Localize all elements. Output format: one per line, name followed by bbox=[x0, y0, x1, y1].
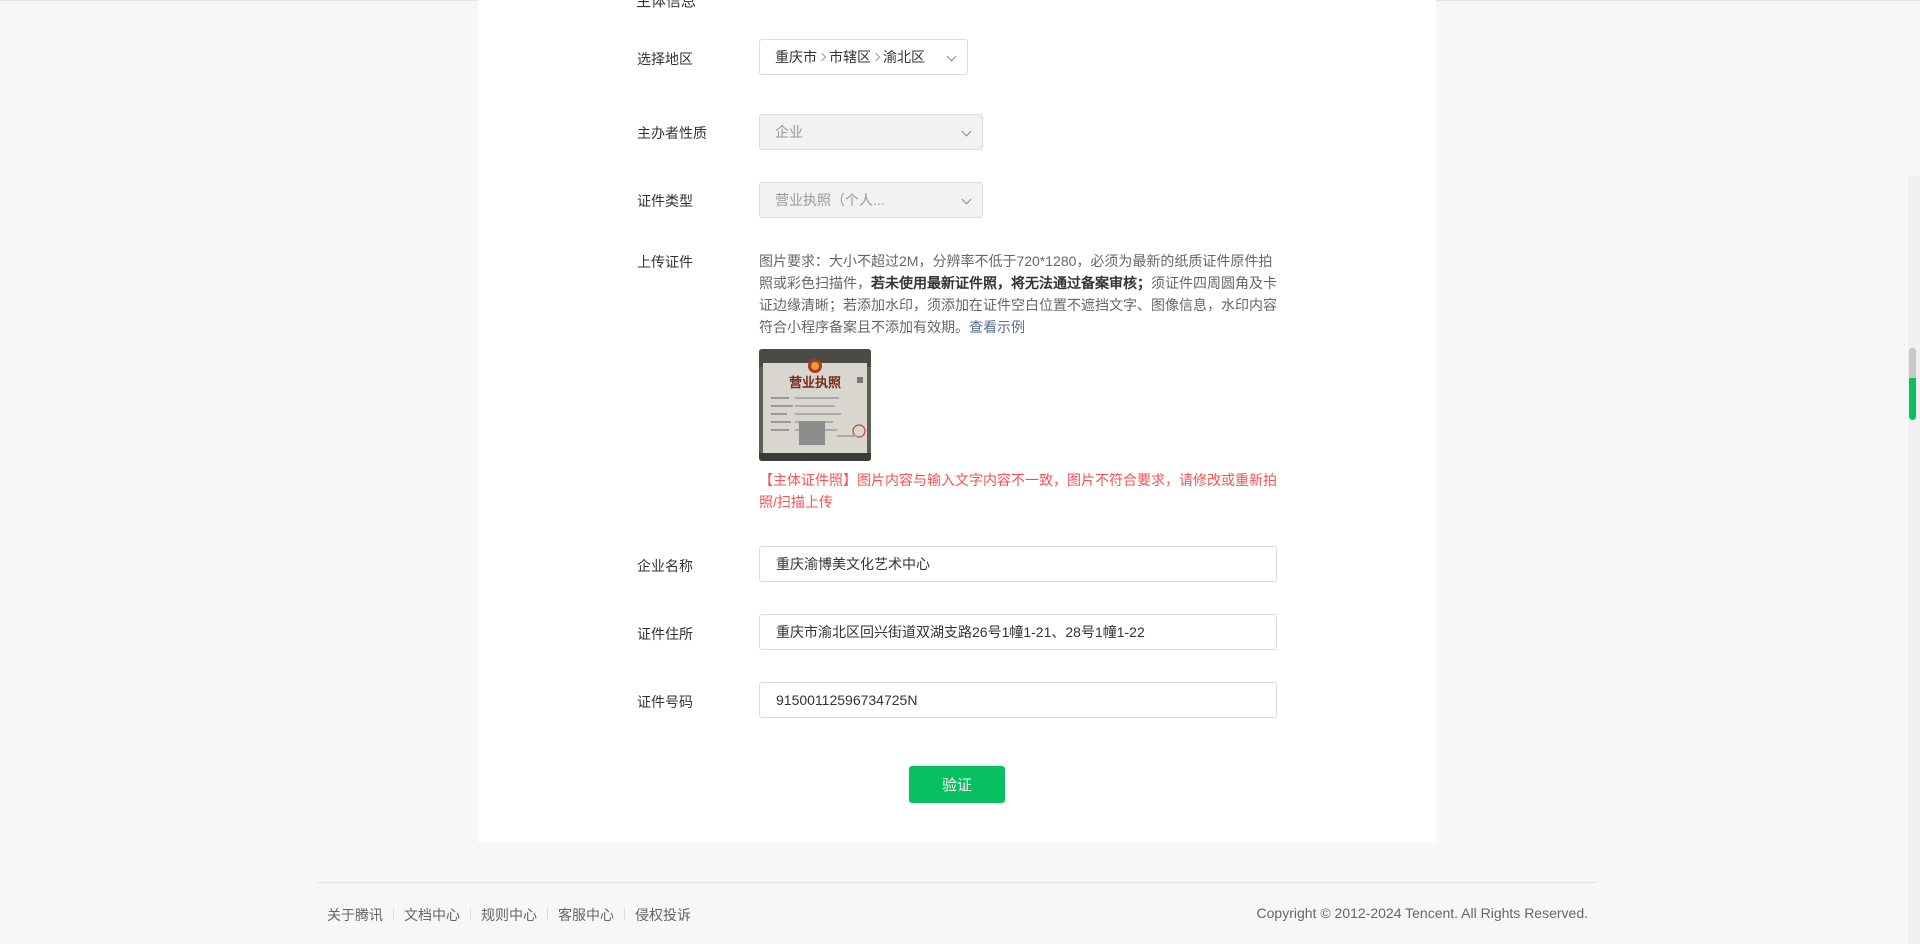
organizer-type-value: 企业 bbox=[775, 124, 803, 140]
company-name-value: 重庆渝博美文化艺术中心 bbox=[776, 556, 930, 572]
footer-link-complaint[interactable]: 侵权投诉 bbox=[635, 905, 691, 925]
cert-number-value: 91500112596734725N bbox=[776, 692, 918, 708]
scrollbar-track[interactable] bbox=[1908, 176, 1920, 944]
breadcrumb-separator-icon bbox=[871, 52, 881, 61]
footer-separator bbox=[470, 908, 471, 920]
chevron-down-icon bbox=[961, 194, 972, 205]
uploaded-certificate-thumbnail[interactable]: 营业执照 bbox=[759, 349, 871, 461]
footer-separator bbox=[393, 908, 394, 920]
footer-link-about[interactable]: 关于腾讯 bbox=[327, 905, 383, 925]
footer-links: 关于腾讯 文档中心 规则中心 客服中心 侵权投诉 bbox=[327, 905, 691, 925]
upload-requirements: 图片要求：大小不超过2M，分辨率不低于720*1280，必须为最新的纸质证件原件… bbox=[759, 250, 1283, 338]
company-name-label: 企业名称 bbox=[637, 558, 693, 574]
scrollbar-grip bbox=[1909, 348, 1916, 378]
chevron-down-icon bbox=[961, 126, 972, 137]
certificate-type-value: 营业执照（个人... bbox=[775, 192, 885, 208]
footer-link-support[interactable]: 客服中心 bbox=[558, 905, 614, 925]
certificate-type-label: 证件类型 bbox=[637, 193, 693, 209]
chevron-down-icon bbox=[946, 51, 957, 62]
region-level-3: 渝北区 bbox=[883, 49, 925, 65]
organizer-type-label: 主办者性质 bbox=[637, 125, 707, 141]
verify-button[interactable]: 验证 bbox=[909, 766, 1005, 803]
view-example-link[interactable]: 查看示例 bbox=[969, 319, 1025, 335]
cert-address-input[interactable]: 重庆市渝北区回兴街道双湖支路26号1幢1-21、28号1幢1-22 bbox=[759, 614, 1277, 650]
page: 主体信息 选择地区 重庆市 市辖区 渝北区 主办者性质 企业 证件类型 营业执照… bbox=[0, 0, 1920, 944]
region-level-2: 市辖区 bbox=[829, 49, 871, 65]
footer-divider bbox=[317, 882, 1597, 883]
footer-link-docs[interactable]: 文档中心 bbox=[404, 905, 460, 925]
region-level-1: 重庆市 bbox=[775, 49, 817, 65]
organizer-type-select[interactable]: 企业 bbox=[759, 114, 983, 150]
certificate-type-select[interactable]: 营业执照（个人... bbox=[759, 182, 983, 218]
breadcrumb-separator-icon bbox=[817, 52, 827, 61]
footer-separator bbox=[624, 908, 625, 920]
upload-label: 上传证件 bbox=[637, 254, 693, 270]
company-name-input[interactable]: 重庆渝博美文化艺术中心 bbox=[759, 546, 1277, 582]
requirements-warning: 若未使用最新证件照，将无法通过备案审核； bbox=[871, 275, 1151, 291]
cert-number-input[interactable]: 91500112596734725N bbox=[759, 682, 1277, 718]
cert-address-value: 重庆市渝北区回兴街道双湖支路26号1幢1-21、28号1幢1-22 bbox=[776, 624, 1145, 640]
scrollbar-thumb[interactable] bbox=[1909, 348, 1916, 420]
certificate-image: 营业执照 bbox=[759, 349, 871, 461]
section-title: 主体信息 bbox=[636, 0, 697, 10]
cert-number-label: 证件号码 bbox=[637, 694, 693, 710]
footer-separator bbox=[547, 908, 548, 920]
upload-error-message: 【主体证件照】图片内容与输入文字内容不一致，图片不符合要求，请修改或重新拍照/扫… bbox=[759, 472, 1277, 510]
region-select[interactable]: 重庆市 市辖区 渝北区 bbox=[759, 39, 968, 75]
cert-address-label: 证件住所 bbox=[637, 626, 693, 642]
footer-link-rules[interactable]: 规则中心 bbox=[481, 905, 537, 925]
thumbnail-text: 营业执照 bbox=[789, 375, 841, 391]
copyright-text: Copyright © 2012-2024 Tencent. All Right… bbox=[1256, 905, 1588, 921]
region-label: 选择地区 bbox=[637, 51, 693, 67]
